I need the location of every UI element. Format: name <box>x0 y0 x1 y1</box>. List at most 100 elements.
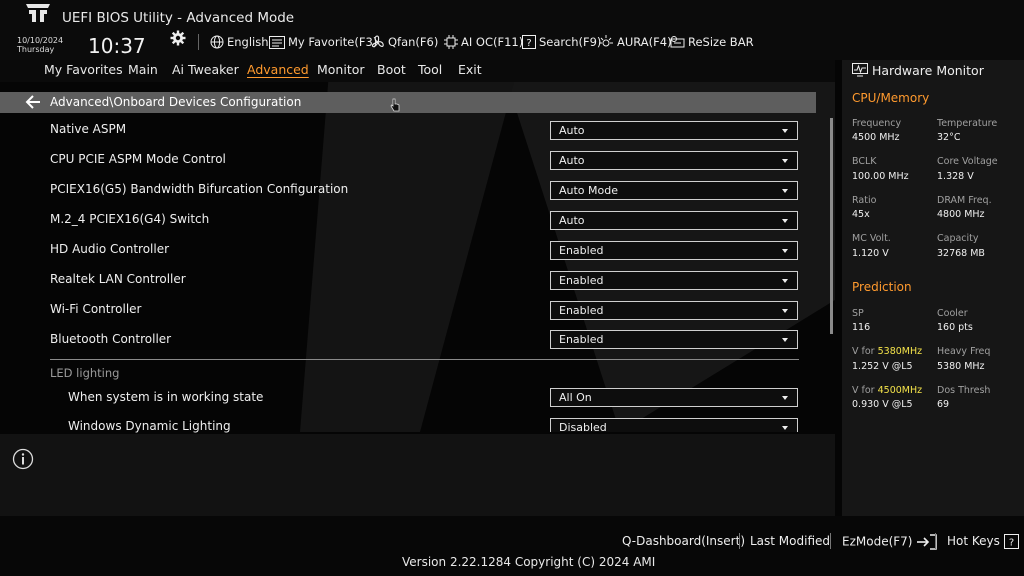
v2-label: V for 4500MHz <box>852 385 922 396</box>
settings-gear-icon[interactable] <box>170 30 186 46</box>
ai-oc-button[interactable]: AI OC(F11) <box>444 33 523 51</box>
globe-icon <box>210 35 224 49</box>
dropdown-realtek-lan[interactable]: Enabled <box>550 271 798 290</box>
hw-value: 1.120 V <box>852 248 889 259</box>
hw-value: 1.328 V <box>937 171 974 182</box>
tab-my-favorites[interactable]: My Favorites <box>44 62 123 77</box>
dropdown-bluetooth[interactable]: Enabled <box>550 330 798 349</box>
tab-monitor[interactable]: Monitor <box>317 62 365 77</box>
setting-label-dynamic-lighting: Windows Dynamic Lighting <box>68 419 231 433</box>
language-button[interactable]: English <box>210 33 269 51</box>
dropdown-value: Auto <box>559 214 585 227</box>
hw-value: 45x <box>852 209 870 220</box>
toolbar-separator <box>198 34 199 50</box>
hw-value: 4500 MHz <box>852 132 900 143</box>
dropdown-working-state[interactable]: All On <box>550 388 798 407</box>
v1-value: 1.252 V @L5 <box>852 361 913 372</box>
footer-separator <box>830 533 831 549</box>
heavy-freq-label: Heavy Freq <box>937 346 991 357</box>
dos-thresh-label: Dos Thresh <box>937 385 991 396</box>
search-help-icon: ? <box>522 35 536 49</box>
hardware-monitor-title: Hardware Monitor <box>872 63 984 78</box>
app-title: UEFI BIOS Utility - Advanced Mode <box>62 10 295 26</box>
aura-button[interactable]: AURA(F4) <box>598 33 672 51</box>
caret-down-icon <box>782 129 788 133</box>
main-scrollbar[interactable] <box>830 118 833 334</box>
ezmode-button[interactable]: EzMode(F7) <box>842 534 938 550</box>
tab-main[interactable]: Main <box>128 62 158 77</box>
dropdown-wifi[interactable]: Enabled <box>550 301 798 320</box>
resize-bar-button[interactable]: ReSize BAR <box>670 33 754 51</box>
caret-down-icon <box>782 338 788 342</box>
section-divider <box>50 359 799 360</box>
setting-label-realtek-lan: Realtek LAN Controller <box>50 272 186 286</box>
hw-label: Temperature <box>937 118 998 129</box>
sp-value: 116 <box>852 322 871 333</box>
ai-oc-label: AI OC(F11) <box>461 35 524 49</box>
hw-label: Capacity <box>937 233 979 244</box>
dropdown-value: Auto <box>559 124 585 137</box>
aura-light-icon <box>599 35 613 47</box>
dropdown-dynamic-lighting[interactable]: Disabled <box>550 418 798 434</box>
tab-exit[interactable]: Exit <box>458 62 482 77</box>
heavy-freq-value: 5380 MHz <box>937 361 985 372</box>
tab-advanced[interactable]: Advanced <box>247 62 309 77</box>
caret-down-icon <box>782 189 788 193</box>
tuf-logo <box>26 4 50 22</box>
tab-ai-tweaker[interactable]: Ai Tweaker <box>172 62 239 77</box>
setting-label-wifi: Wi-Fi Controller <box>50 302 142 316</box>
search-button[interactable]: ? Search(F9) <box>522 33 601 51</box>
caret-down-icon <box>782 396 788 400</box>
dropdown-value: Enabled <box>559 274 604 287</box>
setting-label-hd-audio: HD Audio Controller <box>50 242 170 256</box>
tab-boot[interactable]: Boot <box>377 62 406 77</box>
dropdown-value: Auto Mode <box>559 184 619 197</box>
ezmode-label: EzMode(F7) <box>842 534 913 549</box>
setting-label-native-aspm: Native ASPM <box>50 122 127 136</box>
setting-label-pciex16-bifurcation: PCIEX16(G5) Bandwidth Bifurcation Config… <box>50 182 349 196</box>
my-favorite-button[interactable]: My Favorite(F3) <box>269 33 377 51</box>
back-arrow-icon[interactable] <box>25 95 41 109</box>
dropdown-cpu-pcie-aspm[interactable]: Auto <box>550 151 798 170</box>
tab-tool[interactable]: Tool <box>418 62 442 77</box>
dropdown-pciex16-bifurcation[interactable]: Auto Mode <box>550 181 798 200</box>
caret-down-icon <box>782 279 788 283</box>
dropdown-m2-switch[interactable]: Auto <box>550 211 798 230</box>
caret-down-icon <box>782 426 788 430</box>
fan-icon <box>371 35 384 48</box>
v1-label: V for 5380MHz <box>852 346 922 357</box>
dropdown-native-aspm[interactable]: Auto <box>550 121 798 140</box>
dropdown-hd-audio[interactable]: Enabled <box>550 241 798 260</box>
help-panel <box>0 434 835 516</box>
caret-down-icon <box>782 219 788 223</box>
time-display: 10:37 <box>88 34 146 58</box>
v1-prefix: V for <box>852 346 878 357</box>
cooler-label: Cooler <box>937 308 968 319</box>
led-section-title: LED lighting <box>50 366 120 380</box>
hw-label: BCLK <box>852 156 877 167</box>
setting-label-m2-switch: M.2_4 PCIEX16(G4) Switch <box>50 212 210 226</box>
dropdown-value: Enabled <box>559 244 604 257</box>
sp-label: SP <box>852 308 864 319</box>
setting-label-working-state: When system is in working state <box>68 390 264 404</box>
hw-value: 32°C <box>937 132 961 143</box>
hot-keys-label: Hot Keys <box>947 534 1000 548</box>
caret-down-icon <box>782 159 788 163</box>
v2-prefix: V for <box>852 385 878 396</box>
ai-oc-chip-icon <box>444 35 458 49</box>
caret-down-icon <box>782 309 788 313</box>
monitor-icon <box>852 63 868 77</box>
language-label: English <box>227 35 269 49</box>
q-dashboard-button[interactable]: Q-Dashboard(Insert) <box>622 534 745 548</box>
hw-value: 32768 MB <box>937 248 985 259</box>
hot-keys-button[interactable]: Hot Keys ? <box>947 534 1019 549</box>
v2-freq: 4500MHz <box>877 385 923 396</box>
aura-label: AURA(F4) <box>617 35 672 49</box>
breadcrumb: Advanced\Onboard Devices Configuration <box>50 95 302 109</box>
version-text: Version 2.22.1284 Copyright (C) 2024 AMI <box>402 555 656 569</box>
last-modified-button[interactable]: Last Modified <box>750 534 830 548</box>
caret-down-icon <box>782 249 788 253</box>
qfan-button[interactable]: Qfan(F6) <box>371 33 438 51</box>
footer-separator <box>935 533 936 549</box>
my-favorite-label: My Favorite(F3) <box>288 35 378 49</box>
